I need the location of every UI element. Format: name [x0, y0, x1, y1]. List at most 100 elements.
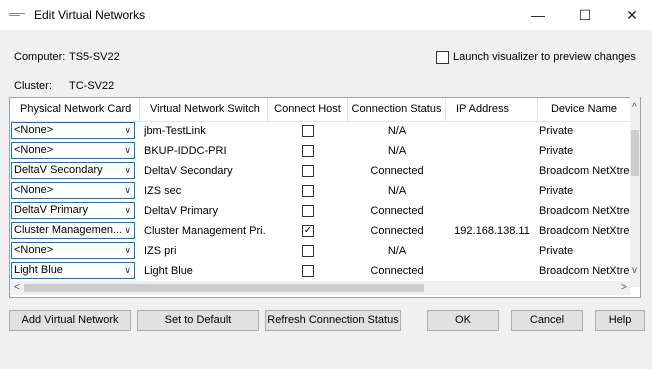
- virtual-switch-cell[interactable]: IZS pri: [144, 241, 266, 261]
- launch-visualizer-label[interactable]: Launch visualizer to preview changes: [453, 51, 636, 63]
- connect-host-checkbox[interactable]: ✓: [302, 225, 314, 237]
- dropdown-value: <None>: [14, 244, 54, 256]
- table-row[interactable]: DeltaV Secondary ∨ DeltaV Secondary Conne…: [10, 161, 630, 181]
- table-row[interactable]: <None> ∨ BKUP-IDDC-PRI N/A Private: [10, 141, 630, 161]
- connection-status-cell: Connected: [370, 165, 424, 177]
- connection-status-cell: N/A: [387, 245, 407, 257]
- physical-network-card-dropdown[interactable]: <None> ∨: [11, 122, 135, 139]
- device-name-cell: Broadcom NetXtreme.: [539, 265, 630, 277]
- physical-network-card-dropdown[interactable]: <None> ∨: [11, 242, 135, 259]
- table-row[interactable]: <None> ∨ IZS pri N/A Private: [10, 241, 630, 261]
- scroll-down-icon[interactable]: v: [632, 265, 637, 276]
- ip-address-cell: [446, 121, 538, 141]
- virtual-switch-cell[interactable]: Light Blue: [144, 261, 266, 281]
- connection-status-cell: Connected: [370, 265, 424, 277]
- ok-button[interactable]: OK: [427, 310, 499, 331]
- virtual-networks-table: Physical Network Card Virtual Network Sw…: [9, 97, 641, 298]
- scroll-right-icon[interactable]: >: [621, 282, 627, 293]
- app-icon: [9, 13, 25, 17]
- virtual-switch-cell[interactable]: IZS sec: [144, 181, 266, 201]
- help-button[interactable]: Help: [595, 310, 645, 331]
- connect-host-checkbox[interactable]: [302, 245, 314, 257]
- chevron-down-icon: ∨: [124, 125, 131, 135]
- device-name-cell: Broadcom NetXtreme.: [539, 225, 630, 237]
- computer-value: TS5-SV22: [69, 51, 120, 63]
- column-header-connection-status[interactable]: Connection Status: [348, 98, 446, 121]
- cluster-value: TC-SV22: [69, 80, 115, 92]
- chevron-down-icon: ∨: [124, 185, 131, 195]
- physical-network-card-dropdown[interactable]: Cluster Managemen... ∨: [11, 222, 135, 239]
- connect-host-checkbox[interactable]: [302, 125, 314, 137]
- connect-host-checkbox[interactable]: [302, 205, 314, 217]
- device-name-cell: Broadcom NetXtreme.: [539, 165, 630, 177]
- device-name-cell: Private: [539, 145, 574, 157]
- ip-address-cell: [446, 241, 538, 261]
- table-row[interactable]: DeltaV Primary ∨ DeltaV Primary Connected…: [10, 201, 630, 221]
- minimize-button[interactable]: —: [518, 0, 558, 30]
- title-bar: Edit Virtual Networks — ☐ ✕: [0, 0, 652, 30]
- column-header-virtual-network-switch[interactable]: Virtual Network Switch: [140, 98, 268, 121]
- ip-address-cell: [446, 181, 538, 201]
- chevron-down-icon: ∨: [124, 245, 131, 255]
- dropdown-value: <None>: [14, 124, 54, 136]
- table-row[interactable]: <None> ∨ IZS sec N/A Private: [10, 181, 630, 201]
- column-header-connect-host[interactable]: Connect Host: [268, 98, 348, 121]
- close-button[interactable]: ✕: [612, 0, 652, 30]
- connect-host-checkbox[interactable]: [302, 185, 314, 197]
- chevron-down-icon: ∨: [124, 265, 131, 275]
- scroll-up-icon[interactable]: ^: [632, 102, 637, 113]
- table-row[interactable]: <None> ∨ jbm-TestLink N/A Private: [10, 121, 630, 141]
- vertical-scrollbar[interactable]: [630, 97, 640, 287]
- virtual-switch-cell[interactable]: BKUP-IDDC-PRI: [144, 141, 266, 161]
- refresh-connection-status-button[interactable]: Refresh Connection Status: [265, 310, 401, 331]
- chevron-down-icon: ∨: [124, 145, 131, 155]
- dropdown-value: Light Blue: [14, 264, 63, 276]
- chevron-down-icon: ∨: [124, 225, 131, 235]
- virtual-switch-cell[interactable]: DeltaV Primary: [144, 201, 266, 221]
- physical-network-card-dropdown[interactable]: DeltaV Secondary ∨: [11, 162, 135, 179]
- physical-network-card-dropdown[interactable]: Light Blue ∨: [11, 262, 135, 279]
- computer-label: Computer:: [14, 51, 66, 63]
- connection-status-cell: Connected: [370, 225, 424, 237]
- virtual-switch-cell[interactable]: jbm-TestLink: [144, 121, 266, 141]
- dropdown-value: <None>: [14, 144, 54, 156]
- table-row[interactable]: Cluster Managemen... ∨ Cluster Management…: [10, 221, 630, 241]
- physical-network-card-dropdown[interactable]: <None> ∨: [11, 142, 135, 159]
- window-title: Edit Virtual Networks: [34, 8, 146, 22]
- chevron-down-icon: ∨: [124, 205, 131, 215]
- checkmark-icon: ✓: [303, 225, 313, 236]
- ip-address-cell: [446, 261, 538, 281]
- device-name-cell: Broadcom NetXtreme.: [539, 205, 630, 217]
- dropdown-value: Cluster Managemen...: [14, 224, 123, 236]
- device-name-cell: Private: [539, 245, 574, 257]
- cancel-button[interactable]: Cancel: [511, 310, 583, 331]
- column-header-physical-network-card[interactable]: Physical Network Card: [10, 98, 140, 121]
- column-header-ip-address[interactable]: IP Address: [446, 98, 538, 121]
- ip-address-cell: [446, 141, 538, 161]
- connection-status-cell: N/A: [387, 125, 407, 137]
- ip-address-cell: 192.168.138.11: [454, 225, 530, 237]
- connect-host-checkbox[interactable]: [302, 165, 314, 177]
- dropdown-value: <None>: [14, 184, 54, 196]
- connect-host-checkbox[interactable]: [302, 265, 314, 277]
- dropdown-value: DeltaV Primary: [14, 204, 88, 216]
- physical-network-card-dropdown[interactable]: DeltaV Primary ∨: [11, 202, 135, 219]
- connection-status-cell: Connected: [370, 205, 424, 217]
- ip-address-cell: [446, 161, 538, 181]
- horizontal-scroll-thumb[interactable]: [24, 284, 424, 292]
- device-name-cell: Private: [539, 185, 574, 197]
- virtual-switch-cell[interactable]: Cluster Management Pri...: [144, 221, 266, 241]
- set-to-default-button[interactable]: Set to Default: [137, 310, 259, 331]
- scroll-left-icon[interactable]: <: [14, 282, 20, 293]
- device-name-cell: Private: [539, 125, 574, 137]
- connection-status-cell: N/A: [387, 145, 407, 157]
- connect-host-checkbox[interactable]: [302, 145, 314, 157]
- column-header-device-name[interactable]: Device Name: [538, 98, 630, 121]
- launch-visualizer-checkbox[interactable]: [436, 51, 449, 64]
- maximize-button[interactable]: ☐: [565, 0, 605, 30]
- add-virtual-network-button[interactable]: Add Virtual Network: [9, 310, 131, 331]
- physical-network-card-dropdown[interactable]: <None> ∨: [11, 182, 135, 199]
- virtual-switch-cell[interactable]: DeltaV Secondary: [144, 161, 266, 181]
- vertical-scroll-thumb[interactable]: [631, 130, 639, 176]
- table-row[interactable]: Light Blue ∨ Light Blue Connected Broadco…: [10, 261, 630, 281]
